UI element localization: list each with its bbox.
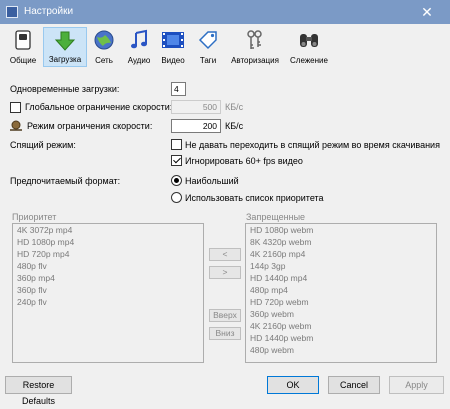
move-left-button[interactable]: < — [209, 248, 241, 261]
global-limit-unit: КБ/с — [225, 102, 244, 112]
cancel-button[interactable]: Cancel — [328, 376, 380, 394]
list-item[interactable]: 360p flv — [13, 284, 203, 296]
app-icon — [6, 6, 18, 18]
tab-tracking-label: Слежение — [290, 56, 328, 65]
prevent-sleep-checkbox[interactable] — [171, 139, 182, 150]
global-limit-label: Глобальное ограничение скорости: — [25, 102, 173, 112]
list-item[interactable]: HD 1080p mp4 — [13, 236, 203, 248]
list-item[interactable]: 480p webm — [246, 344, 436, 356]
prevent-sleep-label: Не давать переходить в спящий режим во в… — [185, 140, 440, 150]
tab-audio[interactable]: Аудио — [122, 27, 156, 67]
list-item[interactable]: 240p flv — [13, 296, 203, 308]
tag-icon — [198, 31, 217, 50]
forbidden-list[interactable]: HD 1080p webm 8K 4320p webm 4K 2160p mp4… — [245, 223, 437, 363]
list-item[interactable]: 8K 4320p webm — [246, 236, 436, 248]
tab-authorization[interactable]: Авторизация — [226, 27, 284, 67]
move-down-button[interactable]: Вниз — [209, 327, 241, 340]
tab-audio-label: Аудио — [127, 56, 151, 65]
tab-tags-label: Таги — [199, 56, 217, 65]
preferred-format-label: Предпочитаемый формат: — [10, 176, 121, 186]
list-item[interactable]: 4K 2160p mp4 — [246, 248, 436, 260]
move-up-button[interactable]: Вверх — [209, 309, 241, 322]
tab-network-label: Сеть — [95, 56, 113, 65]
tab-tags[interactable]: Таги — [193, 27, 223, 67]
globe-icon — [94, 30, 114, 50]
settings-toolbar: Общие Загрузка Сеть Аудио Видео Таги Авт… — [0, 24, 450, 70]
music-note-icon — [131, 29, 147, 49]
apply-button[interactable]: Apply — [389, 376, 444, 394]
keys-icon — [247, 30, 262, 49]
format-priority-label: Использовать список приоритета — [185, 193, 324, 203]
limit-mode-label: Режим ограничения скорости: — [27, 121, 153, 131]
global-limit-checkbox[interactable] — [10, 102, 21, 113]
restore-defaults-button[interactable]: Restore Defaults — [5, 376, 72, 406]
list-item[interactable]: 4K 2160p webm — [246, 320, 436, 332]
priority-list-label: Приоритет — [12, 212, 57, 222]
list-item[interactable]: HD 720p webm — [246, 296, 436, 308]
film-icon — [162, 32, 184, 48]
binoculars-icon — [300, 34, 318, 47]
format-best-radio[interactable] — [171, 175, 182, 186]
global-limit-input[interactable]: 500 — [171, 100, 221, 114]
tab-video-label: Видео — [161, 56, 185, 65]
tab-video[interactable]: Видео — [157, 27, 189, 67]
list-item[interactable]: HD 1440p webm — [246, 332, 436, 344]
switch-icon — [15, 30, 31, 50]
sleep-mode-label: Спящий режим: — [10, 140, 76, 150]
simultaneous-downloads-label: Одновременные загрузки: — [10, 84, 120, 94]
list-item[interactable]: 360p webm — [246, 308, 436, 320]
ignore-60fps-checkbox[interactable] — [171, 155, 182, 166]
title-bar: Настройки ✕ — [0, 0, 450, 24]
list-item[interactable]: 144p 3gp — [246, 260, 436, 272]
tab-general[interactable]: Общие — [5, 27, 41, 67]
priority-list[interactable]: 4K 3072p mp4 HD 1080p mp4 HD 720p mp4 48… — [12, 223, 204, 363]
tab-network[interactable]: Сеть — [89, 27, 119, 67]
snail-icon — [10, 120, 22, 131]
close-button[interactable]: ✕ — [404, 0, 450, 24]
simultaneous-downloads-input[interactable]: 4 — [171, 82, 186, 96]
window-title: Настройки — [24, 6, 74, 17]
ignore-60fps-label: Игнорировать 60+ fps видео — [185, 156, 303, 166]
download-arrow-icon — [54, 31, 76, 51]
tab-general-label: Общие — [9, 56, 37, 65]
tab-download[interactable]: Загрузка — [43, 27, 87, 67]
forbidden-list-label: Запрещенные — [246, 212, 306, 222]
format-best-label: Наибольший — [185, 176, 239, 186]
tab-authorization-label: Авторизация — [231, 56, 279, 65]
list-item[interactable]: 480p flv — [13, 260, 203, 272]
ok-button[interactable]: OK — [267, 376, 319, 394]
format-priority-radio[interactable] — [171, 192, 182, 203]
list-item[interactable]: HD 1440p mp4 — [246, 272, 436, 284]
tab-tracking[interactable]: Слежение — [287, 27, 331, 67]
list-item[interactable]: HD 720p mp4 — [13, 248, 203, 260]
limit-mode-unit: КБ/с — [225, 121, 244, 131]
list-item[interactable]: 4K 3072p mp4 — [13, 224, 203, 236]
list-item[interactable]: 480p mp4 — [246, 284, 436, 296]
tab-download-label: Загрузка — [48, 55, 82, 64]
list-item[interactable]: 360p mp4 — [13, 272, 203, 284]
list-item[interactable]: HD 1080p webm — [246, 224, 436, 236]
move-right-button[interactable]: > — [209, 266, 241, 279]
limit-mode-input[interactable]: 200 — [171, 119, 221, 133]
